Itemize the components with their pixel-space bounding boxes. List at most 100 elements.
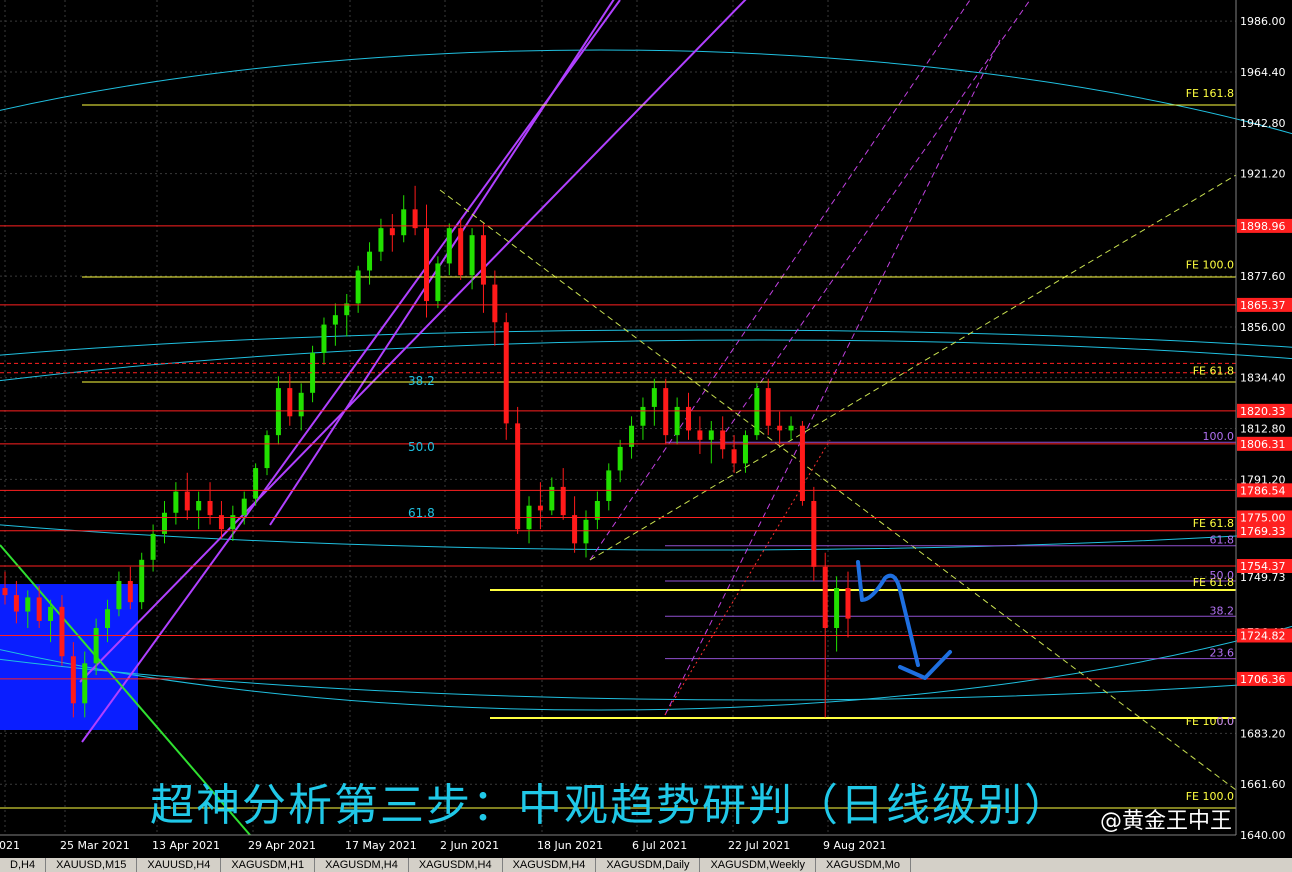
candle-body <box>105 609 111 629</box>
candle-body <box>70 656 76 704</box>
candle-body <box>13 595 19 612</box>
candle-body <box>754 388 760 436</box>
candle-body <box>401 209 407 236</box>
fe-label: FE 100.0 <box>1186 790 1234 803</box>
candle-body <box>173 491 179 513</box>
candle-body <box>127 580 133 603</box>
time-tick-label: 29 Apr 2021 <box>248 839 316 852</box>
price-tick-label: 1986.00 <box>1240 15 1286 28</box>
price-tick-label: 1921.20 <box>1240 168 1286 181</box>
candle-body <box>617 446 623 471</box>
candle-body <box>606 470 612 501</box>
chart-tab[interactable]: XAGUSDM,H4 <box>315 858 409 872</box>
price-tick-label: 1865.37 <box>1240 299 1286 312</box>
candle-body <box>298 392 304 417</box>
candle-body <box>36 597 42 621</box>
candle-body <box>355 270 361 304</box>
time-tick-label: 9 Aug 2021 <box>823 839 886 852</box>
chart-tab[interactable]: XAGUSDM,H4 <box>409 858 503 872</box>
price-tick-label: 1806.31 <box>1240 438 1286 451</box>
fib-retracement-label: 38.2 <box>1210 604 1235 617</box>
candle-body <box>845 588 851 619</box>
candle-body <box>515 423 521 530</box>
chart-tab[interactable]: XAUUSD,H4 <box>137 858 222 872</box>
candle-body <box>184 491 190 511</box>
fib-level-label: 50.0 <box>408 440 435 454</box>
time-tick-label: 2 Jun 2021 <box>440 839 499 852</box>
price-tick-label: 1769.33 <box>1240 525 1286 538</box>
candle-body <box>93 628 99 664</box>
chart-tab[interactable]: XAGUSDM,Daily <box>596 858 701 872</box>
candle-body <box>458 228 464 276</box>
candle-body <box>412 209 418 229</box>
price-tick-label: 1661.60 <box>1240 778 1286 791</box>
candle-body <box>196 501 202 511</box>
candle-body <box>378 228 384 252</box>
chart-tab[interactable]: D,H4 <box>0 858 47 872</box>
watermark: @黄金王中王 <box>1100 809 1232 834</box>
time-tick-label: 22 Jul 2021 <box>728 839 790 852</box>
price-tick-label: 1724.82 <box>1240 629 1286 642</box>
chart-tab[interactable]: XAUUSD,M15 <box>46 858 138 872</box>
time-tick-label: 13 Apr 2021 <box>152 839 220 852</box>
price-tick-label: 1834.40 <box>1240 372 1286 385</box>
fe-label: FE 61.8 <box>1193 364 1234 377</box>
fib-retracement-label: 50.0 <box>1210 569 1235 582</box>
candle-body <box>25 597 31 612</box>
candle-body <box>469 235 475 276</box>
candle-body <box>287 388 293 417</box>
candle-body <box>241 498 247 516</box>
candle-body <box>207 501 213 516</box>
candle-body <box>777 425 783 431</box>
candle-body <box>48 606 54 621</box>
fe-label: FE 61.8 <box>1193 517 1234 530</box>
fib-retracement-label: 61.8 <box>1210 534 1235 547</box>
chart-caption: 超神分析第三步：中观趋势研判（日线级别） <box>150 780 1070 831</box>
candle-body <box>275 388 281 436</box>
price-tick-label: 1683.20 <box>1240 727 1286 740</box>
price-chart: 1986.00 1964.40 1942.80 1921.20 1898.96 1877.… <box>0 0 1292 872</box>
candle-body <box>834 588 840 629</box>
chart-tab[interactable]: XAGUSDM,H1 <box>221 858 316 872</box>
candle-body <box>663 388 669 436</box>
candle-body <box>822 566 828 629</box>
candle-body <box>492 284 498 323</box>
price-tick-label: 1942.80 <box>1240 117 1286 130</box>
candle-body <box>2 588 8 596</box>
candle-body <box>708 430 714 440</box>
time-tick-label: 25 Mar 2021 <box>60 839 130 852</box>
candle-body <box>59 606 65 657</box>
candle-body <box>435 263 441 302</box>
fe-label: FE 100.0 <box>1186 258 1234 271</box>
chart-tab[interactable]: XAGUSDM,H4 <box>503 858 597 872</box>
chart-tabs: D,H4 XAUUSD,M15 XAUUSD,H4 XAGUSDM,H1 XAGUSDM… <box>0 858 1292 872</box>
time-tick-label: 18 Jun 2021 <box>537 839 603 852</box>
price-tick-label: 1706.36 <box>1240 673 1286 686</box>
fib-retracement-label: 0.0 <box>1217 715 1235 728</box>
candle-body <box>537 505 543 511</box>
time-tick-label: 6 Jul 2021 <box>632 839 687 852</box>
candle-body <box>150 533 156 560</box>
candle-body <box>788 425 794 431</box>
candle-body <box>332 315 338 325</box>
candle-body <box>446 228 452 264</box>
candle-body <box>720 430 726 450</box>
price-tick-label: 1775.00 <box>1240 511 1286 524</box>
chart-tab[interactable]: XAGUSDM,Mo <box>816 858 911 872</box>
candle-body <box>389 228 395 236</box>
candle-body <box>264 435 270 469</box>
price-tick-label: 1856.00 <box>1240 321 1286 334</box>
candle-body <box>424 228 429 302</box>
candle-body <box>640 406 646 426</box>
candle-body <box>697 430 703 440</box>
price-tick-label: 1877.60 <box>1240 270 1286 283</box>
candle-body <box>583 519 589 544</box>
chart-tab[interactable]: XAGUSDM,Weekly <box>700 858 816 872</box>
fib-retracement-label: 23.6 <box>1210 647 1235 660</box>
candle-body <box>560 486 566 516</box>
price-tick-label: 1749.73 <box>1240 571 1286 584</box>
candle-body <box>572 515 578 544</box>
fe-label: FE 161.8 <box>1186 87 1234 100</box>
price-tick-label: 1786.54 <box>1240 484 1286 497</box>
candle-body <box>253 468 259 499</box>
